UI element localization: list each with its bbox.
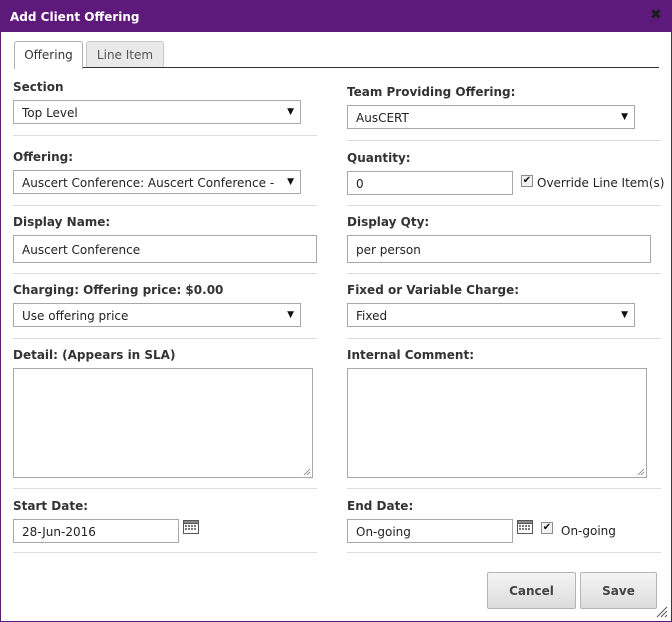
detail-textarea[interactable]	[13, 368, 313, 478]
charging-label: Charging: Offering price: $0.00	[13, 283, 224, 297]
checkmark-icon: ✔	[522, 175, 532, 186]
charging-select[interactable]: Use offering price ▼	[13, 303, 301, 327]
quantity-label: Quantity:	[347, 151, 411, 165]
start-date-label: Start Date:	[13, 499, 89, 513]
tab-offering[interactable]: Offering	[14, 41, 83, 69]
charge-type-label: Fixed or Variable Charge:	[347, 283, 520, 297]
dialog-resize-icon[interactable]	[656, 606, 668, 618]
divider	[13, 135, 317, 136]
section-value: Top Level	[22, 106, 78, 120]
display-qty-input[interactable]: per person	[347, 235, 651, 263]
divider	[347, 205, 661, 206]
divider	[13, 552, 317, 553]
quantity-input[interactable]: 0	[347, 171, 513, 195]
internal-comment-textarea[interactable]	[347, 368, 647, 478]
divider	[347, 273, 661, 274]
internal-comment-label: Internal Comment:	[347, 348, 475, 362]
display-name-value: Auscert Conference	[22, 243, 141, 257]
close-icon[interactable]: ✖	[650, 8, 662, 22]
ongoing-checkbox[interactable]: ✔	[541, 522, 553, 534]
chevron-down-icon: ▼	[287, 107, 294, 117]
charge-type-value: Fixed	[356, 309, 388, 323]
end-date-label: End Date:	[347, 499, 414, 513]
start-date-value: 28-Jun-2016	[22, 525, 96, 539]
divider	[13, 338, 317, 339]
tab-line-item-label: Line Item	[96, 48, 154, 62]
divider	[13, 273, 317, 274]
calendar-icon[interactable]	[517, 519, 533, 534]
display-name-input[interactable]: Auscert Conference	[13, 235, 317, 263]
dialog-titlebar[interactable]: Add Client Offering	[1, 1, 671, 32]
chevron-down-icon: ▼	[621, 310, 628, 320]
ongoing-label: On-going	[561, 524, 616, 538]
save-button[interactable]: Save	[580, 572, 657, 609]
tab-underline	[14, 67, 659, 68]
divider	[13, 488, 317, 489]
offering-select[interactable]: Auscert Conference: Auscert Conference -…	[13, 170, 301, 194]
divider	[347, 140, 661, 141]
tab-offering-label: Offering	[24, 48, 73, 62]
checkmark-icon: ✔	[542, 522, 552, 533]
chevron-down-icon: ▼	[287, 310, 294, 320]
start-date-input[interactable]: 28-Jun-2016	[13, 519, 179, 543]
override-line-items-checkbox[interactable]: ✔	[521, 175, 533, 187]
display-qty-value: per person	[356, 243, 421, 257]
offering-label: Offering:	[13, 150, 74, 164]
divider	[347, 338, 661, 339]
override-line-items-label: Override Line Item(s)	[537, 176, 665, 190]
chevron-down-icon: ▼	[287, 177, 294, 187]
charge-type-select[interactable]: Fixed ▼	[347, 303, 635, 327]
team-label: Team Providing Offering:	[347, 85, 516, 99]
resize-grip-icon[interactable]	[637, 468, 645, 476]
calendar-icon[interactable]	[183, 519, 199, 534]
team-select[interactable]: AusCERT ▼	[347, 105, 635, 129]
offering-value: Auscert Conference: Auscert Conference -…	[22, 176, 276, 190]
section-select[interactable]: Top Level ▼	[13, 100, 301, 124]
dialog-title: Add Client Offering	[10, 10, 140, 24]
section-label: Section	[13, 80, 64, 94]
cancel-button[interactable]: Cancel	[487, 572, 576, 609]
chevron-down-icon: ▼	[621, 112, 628, 122]
resize-grip-icon[interactable]	[303, 468, 311, 476]
team-value: AusCERT	[356, 111, 409, 125]
charging-value: Use offering price	[22, 309, 129, 323]
display-name-label: Display Name:	[13, 215, 111, 229]
detail-label: Detail: (Appears in SLA)	[13, 348, 176, 362]
divider	[347, 552, 661, 553]
tab-line-item[interactable]: Line Item	[86, 41, 164, 68]
quantity-value: 0	[356, 177, 364, 191]
divider	[13, 205, 317, 206]
display-qty-label: Display Qty:	[347, 215, 430, 229]
end-date-value: On-going	[356, 525, 411, 539]
end-date-input[interactable]: On-going	[347, 519, 513, 543]
divider	[347, 488, 661, 489]
add-client-offering-dialog: Add Client Offering ✖ Offering Line Item…	[0, 0, 672, 622]
